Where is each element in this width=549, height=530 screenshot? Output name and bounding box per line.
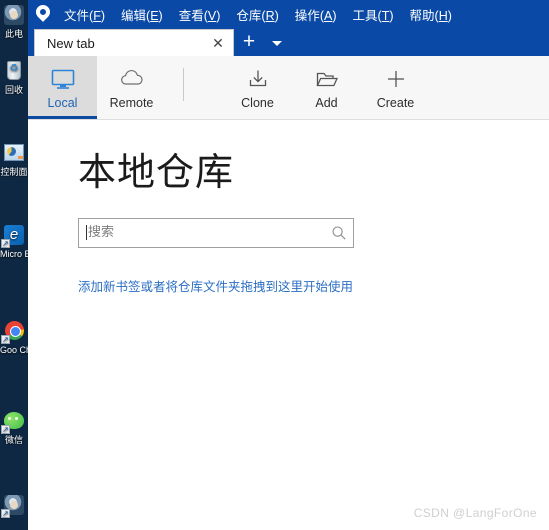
menu-item-view[interactable]: 查看(V) [171,1,229,28]
plus-icon [384,65,408,93]
menu-item-repository[interactable]: 仓库(R) [228,1,286,28]
google-chrome-icon: ↗ [0,318,28,344]
shortcut-arrow-icon: ↗ [1,239,10,248]
wechat-icon: ↗ [0,408,28,434]
desktop-icon-this-pc[interactable]: 此电 [0,2,28,39]
menu-mnemonic: T [381,8,390,23]
menu-bar: 文件(F) 编辑(E) 查看(V) 仓库(R) 操作(A) 工具(T) 帮助(H… [28,0,549,28]
toolbar-divider [183,68,184,101]
download-icon [246,65,270,93]
desktop-icon-label: Micro Edg [0,249,28,259]
desktop-icon-label: Goo Chro [0,345,28,355]
menu-label: 操作 [294,8,320,23]
toolbar-button-create[interactable]: Create [361,56,430,119]
toolbar-button-local[interactable]: Local [28,56,97,119]
monitor-icon [50,65,76,93]
watermark: CSDN @LangForOne [413,506,537,520]
desktop-icon-google-chrome[interactable]: ↗ Goo Chro [0,318,28,355]
toolbar: Local Remote Clone Add Create [28,56,549,120]
menu-label: 文件 [64,8,90,23]
main-content: 本地仓库 添加新书签或者将仓库文件夹拖拽到这里开始使用 CSDN @LangFo… [28,120,549,529]
toolbar-label: Clone [241,96,274,110]
menu-item-file[interactable]: 文件(F) [56,1,113,28]
page-title: 本地仓库 [78,150,235,194]
cloud-icon [118,65,146,93]
search-box[interactable] [78,217,354,248]
desktop-icon-wechat[interactable]: ↗ 微信 [0,408,28,445]
toolbar-label: Local [47,96,78,110]
new-tab-button[interactable]: + [234,29,264,56]
menu-item-actions[interactable]: 操作(A) [287,1,345,28]
desktop-icon-control-panel[interactable]: 控制面 [0,140,28,177]
desktop-icon-label: 回收 [4,85,23,95]
tab-strip: New tab ✕ + [28,28,549,56]
chevron-down-icon[interactable] [264,29,290,56]
desktop-icon-other-app[interactable]: ↗ [0,492,28,519]
microsoft-edge-icon: ↗ [0,222,28,248]
control-panel-icon [0,140,28,166]
toolbar-button-clone[interactable]: Clone [223,56,292,119]
menu-mnemonic: A [323,8,333,23]
menu-mnemonic: E [150,8,159,23]
menu-mnemonic: H [438,8,448,23]
desktop-icon-label: 控制面 [0,167,28,177]
menu-label: 仓库 [236,8,262,23]
desktop-icon-label: 微信 [4,435,23,445]
shortcut-arrow-icon: ↗ [1,425,10,434]
menu-item-tools[interactable]: 工具(T) [345,1,402,28]
menu-label: 编辑 [121,8,147,23]
toolbar-label: Remote [109,96,154,110]
this-pc-icon [0,2,28,28]
sourcetree-logo-icon [30,0,56,28]
menu-mnemonic: F [93,8,101,23]
menu-mnemonic: V [207,8,217,23]
toolbar-button-add[interactable]: Add [292,56,361,119]
shortcut-arrow-icon: ↗ [1,509,10,518]
menu-item-help[interactable]: 帮助(H) [402,1,460,28]
app-icon: ↗ [0,492,28,518]
desktop-icon-label: 此电 [4,29,23,39]
recycle-bin-icon [0,58,28,84]
toolbar-button-remote[interactable]: Remote [97,56,166,119]
desktop-icon-recycle-bin[interactable]: 回收 [0,58,28,95]
menu-label: 工具 [352,8,378,23]
desktop-icon-microsoft-edge[interactable]: ↗ Micro Edg [0,222,28,259]
shortcut-arrow-icon: ↗ [1,335,10,344]
text-caret [86,225,87,241]
desktop-icon-column: 此电 回收 控制面 ↗ Micro Edg ↗ Goo Chro ↗ [0,0,28,530]
tab-new-tab[interactable]: New tab ✕ [34,29,234,56]
tab-label: New tab [47,35,95,51]
folder-open-icon [314,65,340,93]
menu-label: 查看 [178,8,204,23]
search-input[interactable] [88,225,331,241]
menu-label: 帮助 [409,8,435,23]
search-icon [331,225,347,241]
close-icon[interactable]: ✕ [209,34,227,52]
menu-item-edit[interactable]: 编辑(E) [113,1,171,28]
toolbar-label: Add [315,96,338,110]
menu-mnemonic: R [265,8,275,23]
toolbar-label: Create [376,96,415,110]
sourcetree-window: 文件(F) 编辑(E) 查看(V) 仓库(R) 操作(A) 工具(T) 帮助(H… [28,0,549,530]
empty-state-hint[interactable]: 添加新书签或者将仓库文件夹拖拽到这里开始使用 [78,276,549,295]
